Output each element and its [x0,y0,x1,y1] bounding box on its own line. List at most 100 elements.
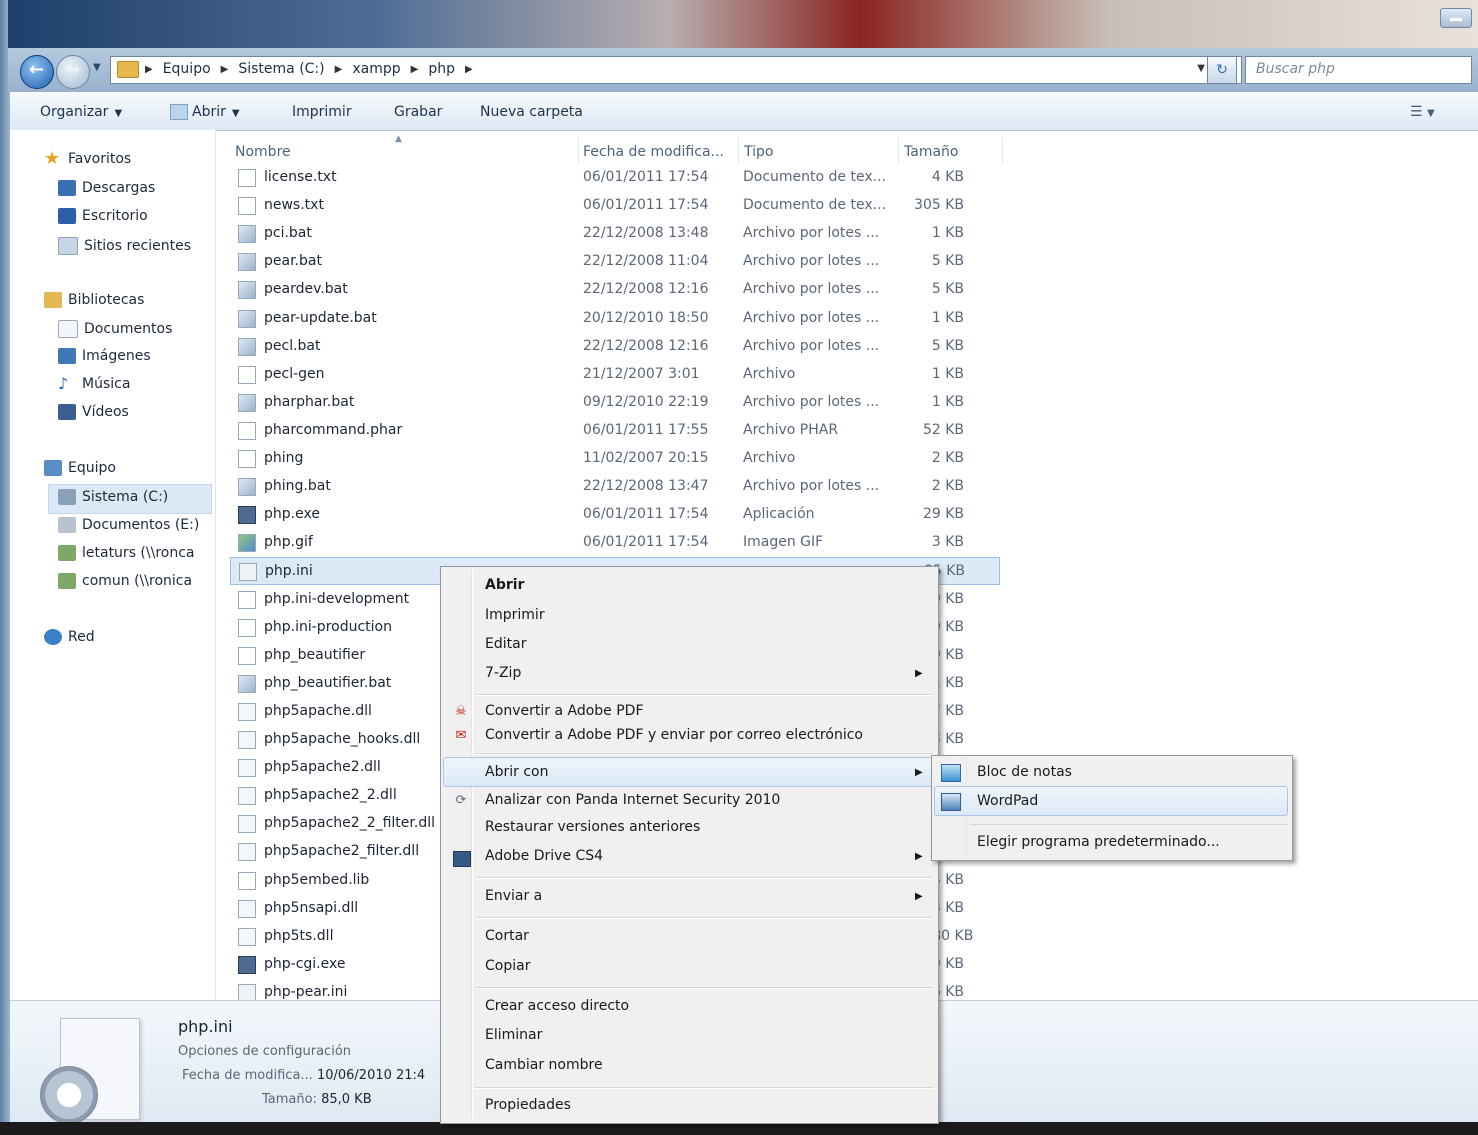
view-list-icon: ☰ [1410,104,1423,120]
column-header-type[interactable]: Tipo [744,144,773,160]
file-row[interactable]: pecl-gen 21/12/2007 3:01 Archivo 1 KB [230,361,1000,389]
nav-libraries[interactable]: Bibliotecas [44,292,144,308]
network-drive-icon [58,573,76,589]
menu-item-convert-pdf[interactable]: Convertir a Adobe PDF [485,703,644,719]
file-row[interactable]: php.exe 06/01/2011 17:54 Aplicación 29 KB [230,501,1000,529]
menu-item-open-with[interactable]: Abrir con [485,764,548,780]
recent-pages-dropdown[interactable]: ▼ [93,62,101,73]
nav-label: Favoritos [68,151,132,167]
nav-system-drive[interactable]: Sistema (C:) [58,489,168,505]
burn-button[interactable]: Grabar [394,104,442,120]
menu-item-rename[interactable]: Cambiar nombre [485,1057,603,1073]
file-name: pear-update.bat [264,309,377,326]
file-row[interactable]: phing 11/02/2007 20:15 Archivo 2 KB [230,445,1000,473]
nav-desktop[interactable]: Escritorio [58,208,148,224]
file-row[interactable]: phing.bat 22/12/2008 13:47 Archivo por lot… [230,473,1000,501]
file-row[interactable]: php.gif 06/01/2011 17:54 Imagen GIF 3 KB [230,529,1000,557]
file-name: php5nsapi.dll [264,899,359,916]
submenu-item-wordpad[interactable]: WordPad [977,793,1038,809]
nav-videos[interactable]: Vídeos [58,404,129,420]
breadcrumb-item[interactable]: Equipo [163,61,211,77]
file-row[interactable]: license.txt 06/01/2011 17:54 Documento de … [230,164,1000,192]
file-size: 305 KB [914,197,964,214]
file-size: 1 KB [931,393,964,410]
file-size: 5 KB [931,253,964,270]
file-type: Archivo por lotes ... [743,309,880,326]
file-type: Archivo por lotes ... [743,225,880,242]
menu-item-send-to[interactable]: Enviar a [485,888,542,904]
nav-images[interactable]: Imágenes [58,348,151,364]
file-row[interactable]: pharcommand.phar 06/01/2011 17:55 Archivo … [230,417,1000,445]
file-row[interactable]: pci.bat 22/12/2008 13:48 Archivo por lotes… [230,220,1000,248]
organize-button[interactable]: Organizar ▼ [40,104,122,120]
txt-file-icon [238,871,256,890]
nav-label: Descargas [82,180,156,196]
submenu-item-choose-default[interactable]: Elegir programa predeterminado... [977,834,1220,850]
file-row[interactable]: pecl.bat 22/12/2008 12:16 Archivo por lote… [230,333,1000,361]
breadcrumb-item[interactable]: php [428,61,455,77]
nav-favorites[interactable]: ★ Favoritos [44,150,132,168]
menu-item-edit[interactable]: Editar [485,636,526,652]
nav-computer[interactable]: Equipo [44,460,116,476]
menu-item-copy[interactable]: Copiar [485,958,530,974]
bat-file-icon [238,393,256,412]
menu-item-7zip[interactable]: 7-Zip [485,665,521,681]
nav-label: Sitios recientes [84,238,191,254]
column-divider[interactable] [738,138,739,164]
menu-item-adobe-drive[interactable]: Adobe Drive CS4 [485,848,603,864]
nav-downloads[interactable]: Descargas [58,180,155,196]
file-row[interactable]: pharphar.bat 09/12/2010 22:19 Archivo por … [230,389,1000,417]
menu-item-print[interactable]: Imprimir [485,607,545,623]
window-frame-left [0,0,10,1135]
nav-docs-drive[interactable]: Documentos (E:) [58,517,199,533]
nav-music[interactable]: ♪ Música [58,376,130,393]
nav-network-drive-1[interactable]: letaturs (\\ronca [58,545,195,561]
new-folder-button[interactable]: Nueva carpeta [480,104,583,120]
file-row[interactable]: news.txt 06/01/2011 17:54 Documento de tex… [230,192,1000,220]
search-input[interactable]: Buscar php [1245,56,1472,84]
view-options-button[interactable]: ☰ ▼ [1410,104,1435,120]
menu-item-panda-scan[interactable]: Analizar con Panda Internet Security 201… [485,792,780,808]
nav-network-drive-2[interactable]: comun (\\ronica [58,573,192,589]
menu-item-open[interactable]: Abrir [485,577,524,593]
print-button[interactable]: Imprimir [292,104,352,120]
breadcrumb-item[interactable]: xampp [352,61,400,77]
nav-documents[interactable]: Documentos [58,320,172,338]
bat-file-icon [238,674,256,693]
back-button[interactable]: ← [20,55,54,89]
address-bar[interactable]: ▶ Equipo ▶ Sistema (C:) ▶ xampp ▶ php ▶ … [110,56,1242,84]
menu-item-create-shortcut[interactable]: Crear acceso directo [485,998,629,1014]
column-divider[interactable] [1002,138,1003,164]
column-header-date[interactable]: Fecha de modifica... [583,144,724,160]
menu-item-convert-pdf-mail[interactable]: Convertir a Adobe PDF y enviar por corre… [485,727,863,743]
open-button[interactable]: Abrir ▼ [170,104,240,120]
submenu-item-notepad[interactable]: Bloc de notas [977,764,1072,780]
breadcrumb-item[interactable]: Sistema (C:) [238,61,324,77]
file-size: 5 KB [931,281,964,298]
forward-button[interactable]: → [56,55,90,89]
submenu-arrow-icon: ▶ [915,767,923,778]
nav-network[interactable]: Red [44,629,95,645]
menu-item-delete[interactable]: Eliminar [485,1027,542,1043]
chevron-down-icon: ▼ [114,108,123,119]
column-header-size[interactable]: Tamaño [904,144,958,160]
column-header-name[interactable]: Nombre [235,144,291,160]
desktop-icon [58,208,76,224]
nav-recent[interactable]: Sitios recientes [58,237,191,255]
file-row[interactable]: pear.bat 22/12/2008 11:04 Archivo por lote… [230,248,1000,276]
file-name: php5embed.lib [264,871,370,888]
file-row[interactable]: pear-update.bat 20/12/2010 18:50 Archivo p… [230,305,1000,333]
menu-item-properties[interactable]: Propiedades [485,1097,571,1113]
column-divider[interactable] [578,138,579,164]
column-divider[interactable] [898,138,899,164]
chevron-down-icon: ▼ [1427,108,1435,119]
open-label: Abrir [192,104,226,120]
minimize-button[interactable] [1440,8,1472,28]
file-name: php_beautifier.bat [264,674,392,691]
menu-item-cut[interactable]: Cortar [485,928,529,944]
refresh-button[interactable]: ↻ [1207,56,1237,84]
file-row[interactable]: peardev.bat 22/12/2008 12:16 Archivo por l… [230,276,1000,304]
file-name: pecl.bat [264,337,321,354]
menu-item-restore-versions[interactable]: Restaurar versiones anteriores [485,819,700,835]
address-dropdown-icon[interactable]: ▼ [1197,63,1205,74]
